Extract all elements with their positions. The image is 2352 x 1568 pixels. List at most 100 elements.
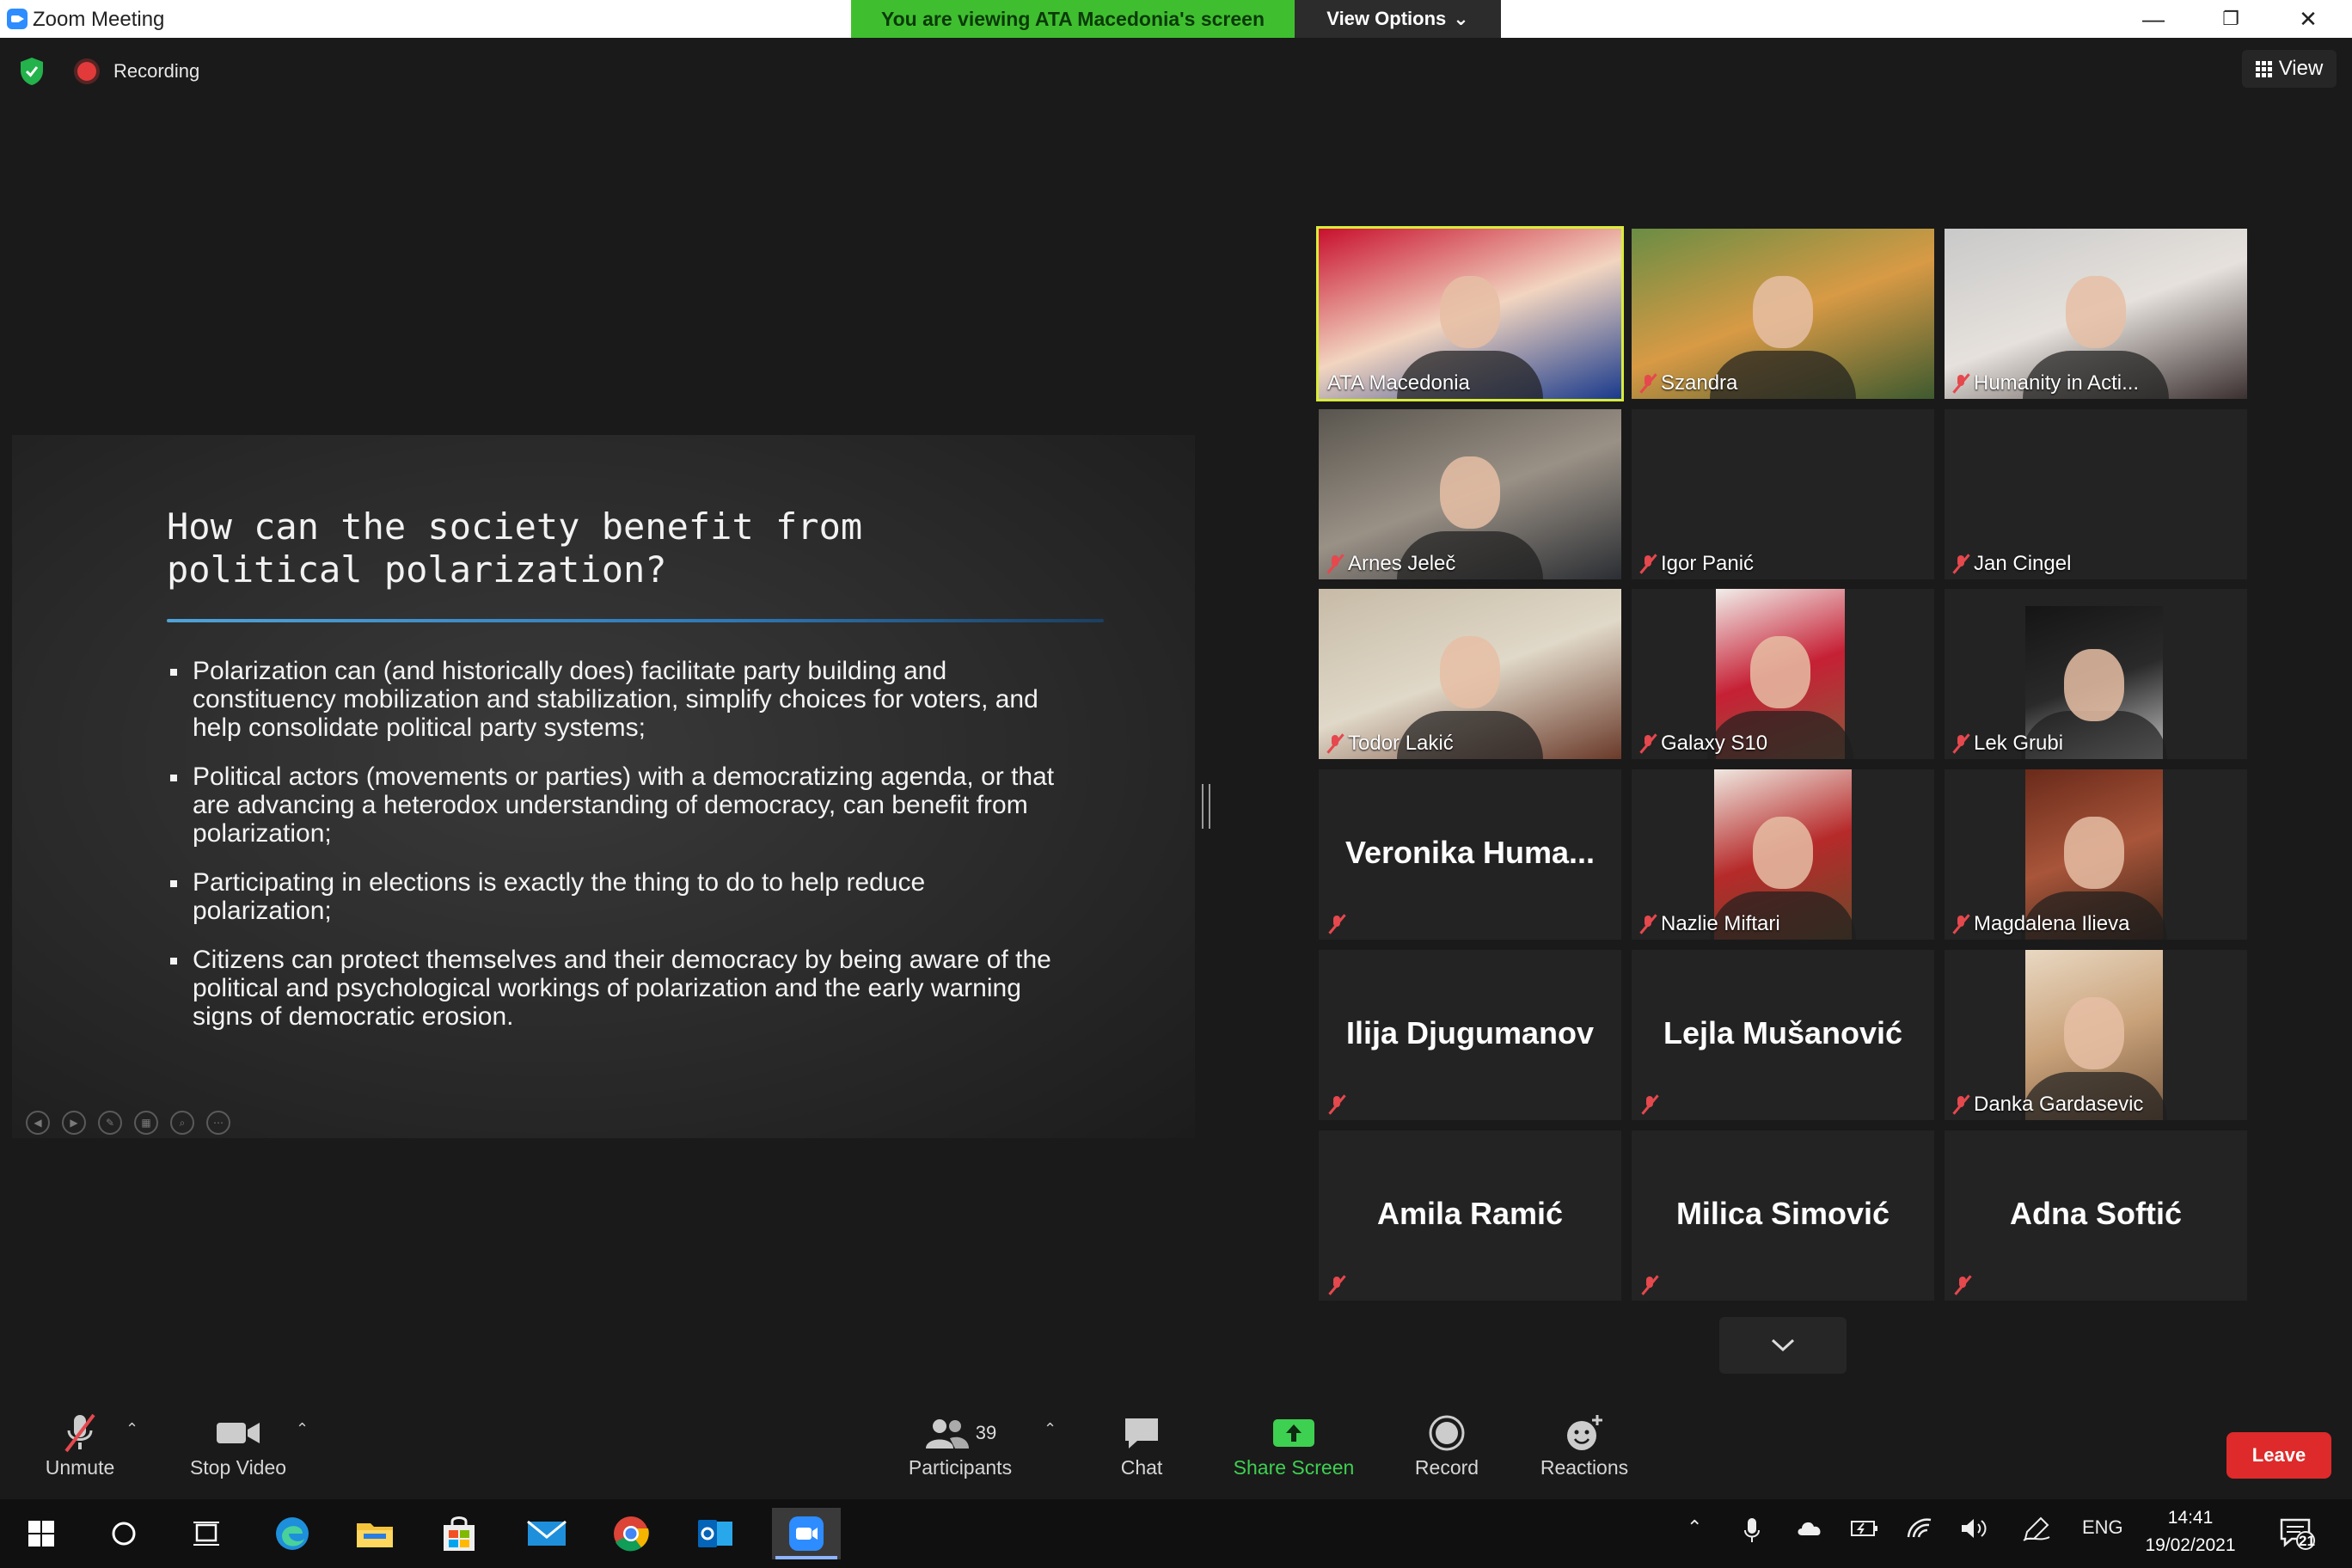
share-screen-icon	[1273, 1419, 1314, 1447]
participant-tile[interactable]: Milica Simović	[1632, 1130, 1934, 1301]
share-screen-button[interactable]: Share Screen	[1221, 1410, 1367, 1496]
notification-center-button[interactable]: 21	[2269, 1508, 2324, 1559]
participant-name-label: Igor Panić	[1640, 552, 1754, 576]
pen-icon[interactable]: ✎	[98, 1111, 122, 1135]
more-options-icon[interactable]: ⋯	[206, 1111, 230, 1135]
search-button[interactable]	[96, 1508, 151, 1559]
slide-bullet: Participating in elections is exactly th…	[167, 868, 1069, 925]
start-button[interactable]	[14, 1508, 69, 1559]
leave-meeting-button[interactable]: Leave	[2226, 1432, 2331, 1479]
volume-icon[interactable]	[1960, 1516, 1989, 1540]
task-view-button[interactable]	[179, 1508, 234, 1559]
mic-muted-icon	[1953, 914, 1969, 934]
minimize-button[interactable]: —	[2115, 0, 2192, 38]
show-hidden-icons-caret[interactable]: ⌃	[1687, 1516, 1702, 1539]
taskbar-file-explorer[interactable]	[347, 1508, 402, 1559]
taskbar-chrome[interactable]	[603, 1508, 658, 1559]
view-layout-button[interactable]: View	[2242, 50, 2337, 88]
minimize-icon: —	[2142, 5, 2165, 32]
pen-workspace-icon[interactable]	[2022, 1516, 2051, 1542]
battery-charging-icon[interactable]	[1850, 1516, 1879, 1539]
participant-name: Szandra	[1661, 371, 1738, 395]
taskbar-mail[interactable]	[519, 1508, 574, 1559]
taskbar-zoom[interactable]	[772, 1508, 841, 1559]
reactions-button[interactable]: Reactions	[1511, 1410, 1657, 1496]
participant-tile[interactable]: Veronika Huma...	[1319, 769, 1621, 940]
reactions-label: Reactions	[1540, 1456, 1629, 1479]
taskbar-edge[interactable]	[265, 1508, 320, 1559]
chevron-down-icon: ⌄	[1453, 8, 1469, 29]
task-view-icon	[193, 1522, 219, 1546]
participant-name: Lek Grubi	[1974, 732, 2064, 755]
pane-splitter-handle[interactable]	[1202, 784, 1210, 829]
recording-indicator[interactable]: Recording	[113, 60, 199, 83]
participant-tile[interactable]: Nazlie Miftari	[1632, 769, 1934, 940]
participant-tile[interactable]: Lejla Mušanović	[1632, 950, 1934, 1120]
mic-muted-icon	[1329, 1094, 1344, 1115]
slides-grid-icon[interactable]: ▦	[134, 1111, 158, 1135]
audio-options-caret[interactable]: ⌃	[126, 1420, 138, 1438]
video-options-caret[interactable]: ⌃	[296, 1420, 309, 1438]
record-button[interactable]: Record	[1374, 1410, 1520, 1496]
taskbar-store[interactable]	[432, 1508, 487, 1559]
participant-tile[interactable]: Jan Cingel	[1945, 409, 2247, 579]
encryption-shield-icon[interactable]	[19, 57, 45, 86]
participant-tile[interactable]: Ilija Djugumanov	[1319, 950, 1621, 1120]
system-clock[interactable]: 14:41 19/02/2021	[2139, 1504, 2242, 1559]
participant-tile[interactable]: ATA Macedonia	[1316, 226, 1624, 401]
input-language[interactable]: ENG	[2082, 1516, 2123, 1539]
windows-logo-icon	[28, 1521, 54, 1547]
participant-tile[interactable]: Adna Softić	[1945, 1130, 2247, 1301]
person-silhouette	[2064, 817, 2124, 890]
participants-label: Participants	[908, 1456, 1013, 1479]
unmute-label: Unmute	[45, 1456, 115, 1479]
participant-tile[interactable]: Arnes Jeleč	[1319, 409, 1621, 579]
stop-video-button[interactable]: Stop Video	[165, 1410, 311, 1496]
clock-time: 14:41	[2167, 1508, 2214, 1528]
participant-name-label: Todor Lakić	[1327, 732, 1454, 756]
participant-tile[interactable]: Galaxy S10	[1632, 589, 1934, 759]
meeting-area: Recording View How can the society benef…	[0, 38, 2352, 1396]
participant-display-name: Lejla Mušanović	[1663, 1015, 1903, 1050]
participant-tile[interactable]: Lek Grubi	[1945, 589, 2247, 759]
chat-button[interactable]: Chat	[1069, 1410, 1215, 1496]
participant-tile[interactable]: Todor Lakić	[1319, 589, 1621, 759]
participant-tile[interactable]: Amila Ramić	[1319, 1130, 1621, 1301]
taskbar-outlook[interactable]	[688, 1508, 743, 1559]
next-slide-icon[interactable]: ▶	[62, 1111, 86, 1135]
chat-bubble-icon	[1125, 1418, 1158, 1449]
viewing-screen-banner: You are viewing ATA Macedonia's screen	[851, 0, 1295, 38]
participant-tile[interactable]: Humanity in Acti...	[1945, 229, 2247, 399]
gallery-next-page-button[interactable]	[1719, 1317, 1847, 1374]
onedrive-cloud-icon[interactable]	[1795, 1516, 1824, 1537]
record-label: Record	[1414, 1456, 1479, 1479]
participants-button[interactable]: 39 Participants	[887, 1410, 1033, 1496]
mic-muted-icon	[1953, 733, 1969, 754]
restore-button[interactable]: ❐	[2192, 0, 2269, 38]
person-silhouette	[1440, 276, 1500, 349]
participant-tile[interactable]: Danka Gardasevic	[1945, 950, 2247, 1120]
meeting-controls-toolbar: Unmute ⌃ Stop Video ⌃ 39 Participants ⌃ …	[0, 1396, 2352, 1499]
shared-screen-slide: How can the society benefit from politic…	[12, 435, 1195, 1138]
view-options-button[interactable]: View Options ⌄	[1295, 0, 1501, 38]
microphone-tray-icon[interactable]	[1743, 1516, 1761, 1544]
participant-name: ATA Macedonia	[1327, 371, 1470, 395]
person-silhouette	[1753, 817, 1813, 890]
wifi-icon[interactable]	[1907, 1516, 1932, 1539]
outlook-icon	[698, 1520, 732, 1547]
video-camera-icon	[217, 1423, 260, 1443]
mic-muted-icon	[1329, 914, 1344, 934]
participant-tile[interactable]: Igor Panić	[1632, 409, 1934, 579]
smiley-reaction-icon	[1567, 1415, 1602, 1450]
notification-count-badge: 21	[2299, 1533, 2315, 1549]
previous-slide-icon[interactable]: ◀	[26, 1111, 50, 1135]
participants-options-caret[interactable]: ⌃	[1044, 1420, 1057, 1438]
folder-icon	[357, 1523, 393, 1547]
close-button[interactable]: ✕	[2269, 0, 2347, 38]
participant-name: Humanity in Acti...	[1974, 371, 2140, 395]
participant-tile[interactable]: Magdalena Ilieva	[1945, 769, 2247, 940]
zoom-icon[interactable]: ⌕	[170, 1111, 194, 1135]
participant-tile[interactable]: Szandra	[1632, 229, 1934, 399]
view-label: View	[2278, 57, 2324, 80]
slide-divider	[167, 619, 1104, 622]
